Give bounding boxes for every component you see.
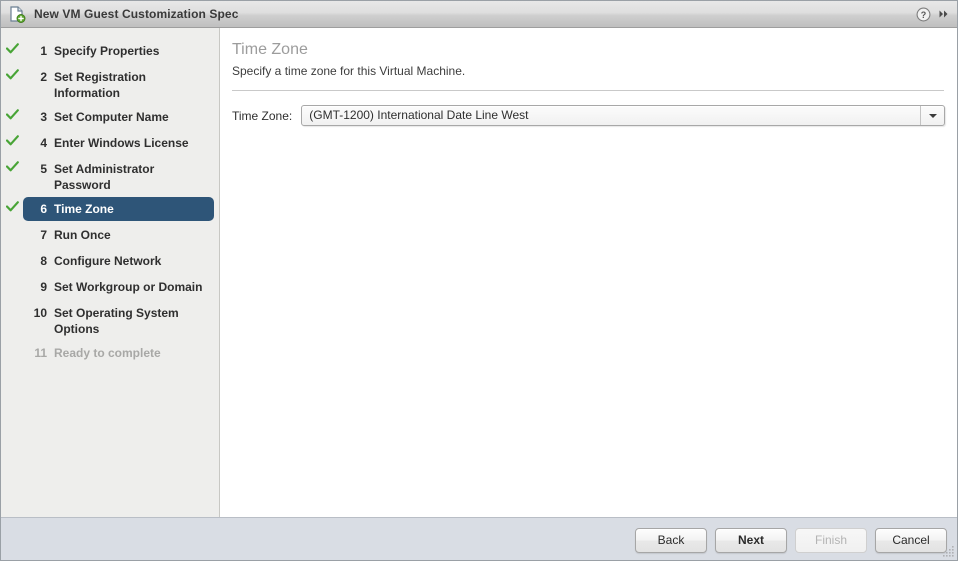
sidebar-step-9[interactable]: 9 Set Workgroup or Domain	[1, 275, 214, 301]
step-number: 9	[40, 280, 47, 294]
timezone-field-row: Time Zone: (GMT-1200) International Date…	[232, 105, 945, 126]
step-status-placeholder	[1, 249, 23, 253]
next-button[interactable]: Next	[715, 527, 787, 553]
finish-button: Finish	[795, 527, 867, 553]
step-pill: 3 Set Computer Name	[23, 105, 214, 129]
caret-shape	[928, 113, 937, 118]
step-label: Set Administrator Password	[54, 162, 155, 192]
help-icon[interactable]: ?	[914, 5, 932, 23]
step-number: 2	[40, 70, 47, 84]
chevron-down-icon[interactable]	[920, 106, 944, 125]
page-title: Time Zone	[232, 41, 308, 58]
timezone-dropdown[interactable]: (GMT-1200) International Date Line West	[301, 105, 945, 126]
step-pill: 6 Time Zone	[23, 197, 214, 221]
steps-list: 1 Specify Properties 2 Set Registration Inf…	[1, 39, 219, 367]
double-chevron-right-icon[interactable]	[935, 5, 953, 23]
check-icon	[5, 43, 19, 54]
step-pill: 9 Set Workgroup or Domain	[23, 275, 214, 299]
step-label: Ready to complete	[54, 346, 161, 360]
sidebar-step-10[interactable]: 10 Set Operating System Options	[1, 301, 214, 341]
resize-grip-icon[interactable]	[942, 545, 955, 558]
step-number: 3	[40, 110, 47, 124]
step-pill: 2 Set Registration Information	[23, 65, 214, 105]
step-number: 10	[33, 306, 47, 320]
step-label: Set Computer Name	[54, 110, 169, 124]
step-status-placeholder	[1, 275, 23, 279]
back-button[interactable]: Back	[635, 527, 707, 553]
step-number: 8	[40, 254, 47, 268]
sidebar-step-8[interactable]: 8 Configure Network	[1, 249, 214, 275]
wizard-steps-sidebar: 1 Specify Properties 2 Set Registration Inf…	[1, 28, 220, 517]
check-icon	[5, 135, 19, 146]
step-pill: 8 Configure Network	[23, 249, 214, 273]
check-icon	[5, 109, 19, 120]
cancel-button[interactable]: Cancel	[875, 527, 947, 553]
svg-text:?: ?	[920, 10, 926, 20]
wizard-window: New VM Guest Customization Spec ? 1 Speci…	[0, 0, 958, 561]
sidebar-step-2[interactable]: 2 Set Registration Information	[1, 65, 214, 105]
main-content: Time Zone Specify a time zone for this V…	[221, 28, 957, 517]
new-document-icon	[8, 5, 26, 23]
step-pill: 4 Enter Windows License	[23, 131, 214, 155]
step-pill: 10 Set Operating System Options	[23, 301, 214, 341]
step-label: Set Registration Information	[54, 70, 147, 100]
timezone-label: Time Zone:	[232, 108, 293, 123]
sidebar-step-5[interactable]: 5 Set Administrator Password	[1, 157, 214, 197]
step-label: Configure Network	[54, 254, 162, 268]
step-label: Enter Windows License	[54, 136, 189, 150]
step-number: 7	[40, 228, 47, 242]
sidebar-step-6[interactable]: 6 Time Zone	[1, 197, 214, 223]
step-label: Run Once	[54, 228, 111, 242]
step-label: Set Operating System Options	[54, 306, 179, 336]
step-status-placeholder	[1, 301, 23, 305]
step-pill: 11 Ready to complete	[23, 341, 214, 365]
step-number: 4	[40, 136, 47, 150]
sidebar-step-3[interactable]: 3 Set Computer Name	[1, 105, 214, 131]
step-complete-check-icon	[1, 197, 23, 212]
step-number: 5	[40, 162, 47, 176]
step-pill: 1 Specify Properties	[23, 39, 214, 63]
sidebar-step-7[interactable]: 7 Run Once	[1, 223, 214, 249]
sidebar-step-11: 11 Ready to complete	[1, 341, 214, 367]
step-label: Set Workgroup or Domain	[54, 280, 203, 294]
sidebar-step-4[interactable]: 4 Enter Windows License	[1, 131, 214, 157]
step-status-placeholder	[1, 341, 23, 345]
wizard-footer: Back Next Finish Cancel	[1, 517, 957, 560]
step-number: 1	[40, 44, 47, 58]
step-pill: 5 Set Administrator Password	[23, 157, 214, 197]
step-complete-check-icon	[1, 65, 23, 80]
sidebar-step-1[interactable]: 1 Specify Properties	[1, 39, 214, 65]
step-status-placeholder	[1, 223, 23, 227]
step-number: 6	[40, 202, 47, 216]
window-titlebar: New VM Guest Customization Spec ?	[1, 1, 957, 28]
step-complete-check-icon	[1, 39, 23, 54]
step-label: Specify Properties	[54, 44, 160, 58]
step-complete-check-icon	[1, 105, 23, 120]
step-complete-check-icon	[1, 131, 23, 146]
check-icon	[5, 69, 19, 80]
check-icon	[5, 161, 19, 172]
step-complete-check-icon	[1, 157, 23, 172]
page-subtitle: Specify a time zone for this Virtual Mac…	[232, 64, 466, 78]
step-number: 11	[34, 346, 47, 360]
check-icon	[5, 201, 19, 212]
window-title: New VM Guest Customization Spec	[34, 7, 239, 21]
step-pill: 7 Run Once	[23, 223, 214, 247]
header-divider	[232, 90, 944, 91]
step-label: Time Zone	[54, 202, 114, 216]
timezone-selected-value: (GMT-1200) International Date Line West	[309, 108, 529, 122]
